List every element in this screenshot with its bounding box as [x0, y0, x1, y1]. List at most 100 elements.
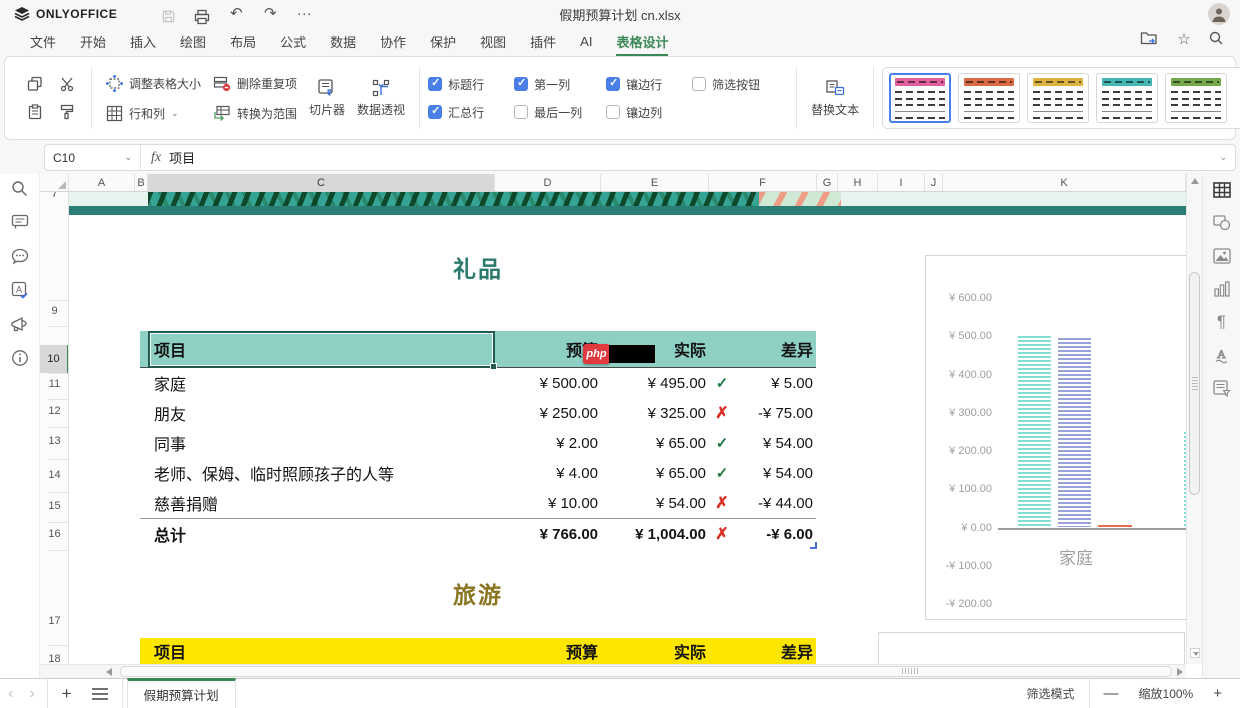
column-header-c[interactable]: C: [148, 174, 495, 191]
filter-mode-label[interactable]: 筛选模式: [1017, 679, 1085, 708]
formula-input[interactable]: 项目: [169, 148, 1219, 167]
fx-icon[interactable]: fx: [141, 150, 169, 166]
table-row[interactable]: 朋友¥ 250.00¥ 325.00✗-¥ 75.00: [140, 398, 816, 428]
paste-icon[interactable]: [19, 98, 51, 126]
zoom-out-button[interactable]: —: [1094, 685, 1129, 702]
selection-fill-handle[interactable]: [490, 363, 497, 370]
tab-draw[interactable]: 绘图: [180, 27, 206, 57]
cells-canvas[interactable]: 礼品 项目 预算 实际 差异 家庭¥ 500.00¥ 495.00✓¥ 5.00…: [69, 192, 1186, 664]
tab-collaboration[interactable]: 协作: [380, 27, 406, 57]
remove-duplicates-button[interactable]: 删除重复项: [207, 70, 303, 96]
scroll-up-icon[interactable]: [1191, 178, 1199, 184]
slicer-settings-icon[interactable]: [1211, 378, 1233, 398]
gallery-expand-icon[interactable]: ⌄: [1234, 93, 1240, 104]
copy-icon[interactable]: [19, 70, 51, 98]
table-style-yellow[interactable]: [1027, 73, 1089, 123]
column-header-g[interactable]: G: [817, 174, 838, 191]
table-resize-corner[interactable]: [810, 542, 817, 549]
tab-insert[interactable]: 插入: [130, 27, 156, 57]
tab-protection[interactable]: 保护: [430, 27, 456, 57]
checkbox-header-row[interactable]: 标题行: [428, 76, 514, 93]
print-button[interactable]: [185, 4, 219, 25]
row-header-17[interactable]: 17: [40, 615, 69, 627]
tab-ai[interactable]: AI: [580, 29, 592, 55]
next-sheet-icon[interactable]: ›: [21, 685, 42, 703]
sheet-tab-active[interactable]: 假期预算计划: [127, 678, 236, 708]
undo-button[interactable]: ↶: [219, 1, 253, 27]
scroll-left-icon[interactable]: [106, 668, 112, 676]
column-header-e[interactable]: E: [601, 174, 709, 191]
checkbox-banded-rows[interactable]: 镶边行: [606, 76, 692, 93]
paragraph-settings-icon[interactable]: ¶: [1211, 312, 1233, 332]
zoom-level-label[interactable]: 缩放100%: [1129, 685, 1204, 702]
tab-formula[interactable]: 公式: [280, 27, 306, 57]
checkbox-last-column[interactable]: 最后一列: [514, 104, 606, 121]
row-header-10[interactable]: 10: [40, 345, 69, 373]
info-icon[interactable]: [9, 348, 31, 368]
row-header-11[interactable]: 11: [40, 378, 69, 390]
table-style-orange[interactable]: [958, 73, 1020, 123]
tab-file[interactable]: 文件: [30, 27, 56, 57]
gift-table-total-row[interactable]: 总计¥ 766.00¥ 1,004.00✗-¥ 6.00: [140, 518, 816, 549]
text-art-settings-icon[interactable]: A: [1211, 345, 1233, 365]
row-header-12[interactable]: 12: [40, 405, 69, 417]
table-style-green[interactable]: [1165, 73, 1227, 123]
column-header-b[interactable]: B: [135, 174, 148, 191]
horizontal-scrollbar[interactable]: [40, 664, 1186, 678]
checkbox-first-column[interactable]: 第一列: [514, 76, 606, 93]
select-all-corner[interactable]: [40, 174, 69, 191]
row-header-9[interactable]: 9: [40, 305, 69, 317]
tab-home[interactable]: 开始: [80, 27, 106, 57]
image-settings-icon[interactable]: [1211, 246, 1233, 266]
checkbox-filter-button[interactable]: 筛选按钮: [692, 76, 788, 93]
column-header-d[interactable]: D: [495, 174, 601, 191]
comments-icon[interactable]: [9, 212, 31, 232]
add-sheet-button[interactable]: +: [52, 679, 82, 708]
favorite-star-icon[interactable]: ☆: [1174, 30, 1194, 50]
gift-bar-chart[interactable]: ¥ 600.00 ¥ 500.00 ¥ 400.00 ¥ 300.00 ¥ 20…: [925, 255, 1186, 620]
search-icon[interactable]: [9, 178, 31, 198]
horizontal-scroll-thumb[interactable]: [120, 666, 1172, 677]
column-header-h[interactable]: H: [838, 174, 878, 191]
table-style-pink[interactable]: [889, 73, 951, 123]
scroll-down-icon[interactable]: [1190, 648, 1200, 658]
row-header-18[interactable]: 18: [40, 653, 69, 664]
table-style-teal[interactable]: [1096, 73, 1158, 123]
user-avatar[interactable]: [1208, 3, 1230, 25]
table-row[interactable]: 慈善捐赠¥ 10.00¥ 54.00✗-¥ 44.00: [140, 488, 816, 518]
tab-plugins[interactable]: 插件: [530, 27, 556, 57]
open-file-location-icon[interactable]: [1140, 30, 1160, 50]
convert-to-range-button[interactable]: 转换为范围: [207, 100, 303, 126]
column-header-k[interactable]: K: [943, 174, 1186, 191]
tab-view[interactable]: 视图: [480, 27, 506, 57]
sheet-list-icon[interactable]: [82, 679, 118, 708]
tab-layout[interactable]: 布局: [230, 27, 256, 57]
row-header-14[interactable]: 14: [40, 469, 69, 481]
column-header-i[interactable]: I: [878, 174, 925, 191]
vertical-scroll-thumb[interactable]: [1189, 272, 1200, 495]
rows-columns-button[interactable]: 行和列 ⌄: [100, 100, 207, 126]
formula-bar-expand-icon[interactable]: ⌄: [1219, 152, 1235, 163]
column-header-j[interactable]: J: [925, 174, 943, 191]
zoom-in-button[interactable]: +: [1203, 685, 1232, 702]
cell-name-box[interactable]: C10⌄: [45, 145, 141, 170]
table-row[interactable]: 同事¥ 2.00¥ 65.00✓¥ 54.00: [140, 428, 816, 458]
prev-sheet-icon[interactable]: ‹: [0, 685, 21, 703]
chart-settings-icon[interactable]: [1211, 279, 1233, 299]
search-icon[interactable]: [1208, 30, 1228, 50]
checkbox-banded-columns[interactable]: 镶边列: [606, 104, 692, 121]
row-header-13[interactable]: 13: [40, 435, 69, 447]
pivot-table-button[interactable]: 数据透视: [351, 76, 411, 120]
row-header-15[interactable]: 15: [40, 500, 69, 512]
row-header-16[interactable]: 16: [40, 528, 69, 540]
redo-button[interactable]: ↷: [253, 1, 287, 27]
replace-text-button[interactable]: 替换文本: [805, 76, 865, 120]
slicer-button[interactable]: 切片器: [303, 76, 351, 120]
more-actions-button[interactable]: ···: [287, 1, 321, 27]
cut-icon[interactable]: [51, 70, 83, 98]
chat-icon[interactable]: [9, 246, 31, 266]
resize-table-button[interactable]: 调整表格大小: [100, 70, 207, 96]
save-button[interactable]: [151, 4, 185, 24]
tab-table-design[interactable]: 表格设计: [616, 27, 668, 57]
checkbox-total-row[interactable]: 汇总行: [428, 104, 514, 121]
